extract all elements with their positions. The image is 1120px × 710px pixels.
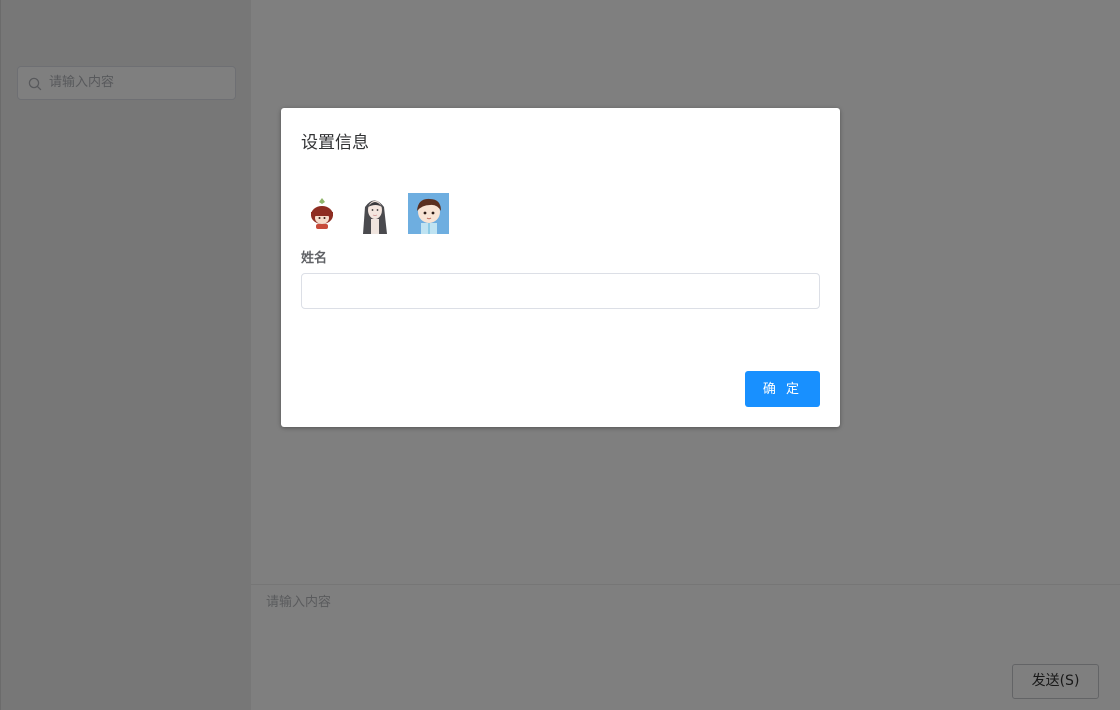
dialog-title: 设置信息 [301, 133, 369, 153]
name-field[interactable] [301, 273, 820, 309]
chat-app: 请输入内容 请输入内容 发送(S) 设置信息 [0, 0, 1120, 710]
confirm-button[interactable]: 确 定 [745, 371, 820, 407]
avatar-girl-red-hair-icon[interactable] [301, 193, 342, 234]
avatar-girl-long-hair-icon[interactable] [354, 193, 395, 234]
name-label: 姓名 [301, 251, 328, 266]
avatar-boy-icon[interactable] [408, 193, 449, 234]
settings-dialog: 设置信息 姓名 确 定 [281, 108, 840, 427]
